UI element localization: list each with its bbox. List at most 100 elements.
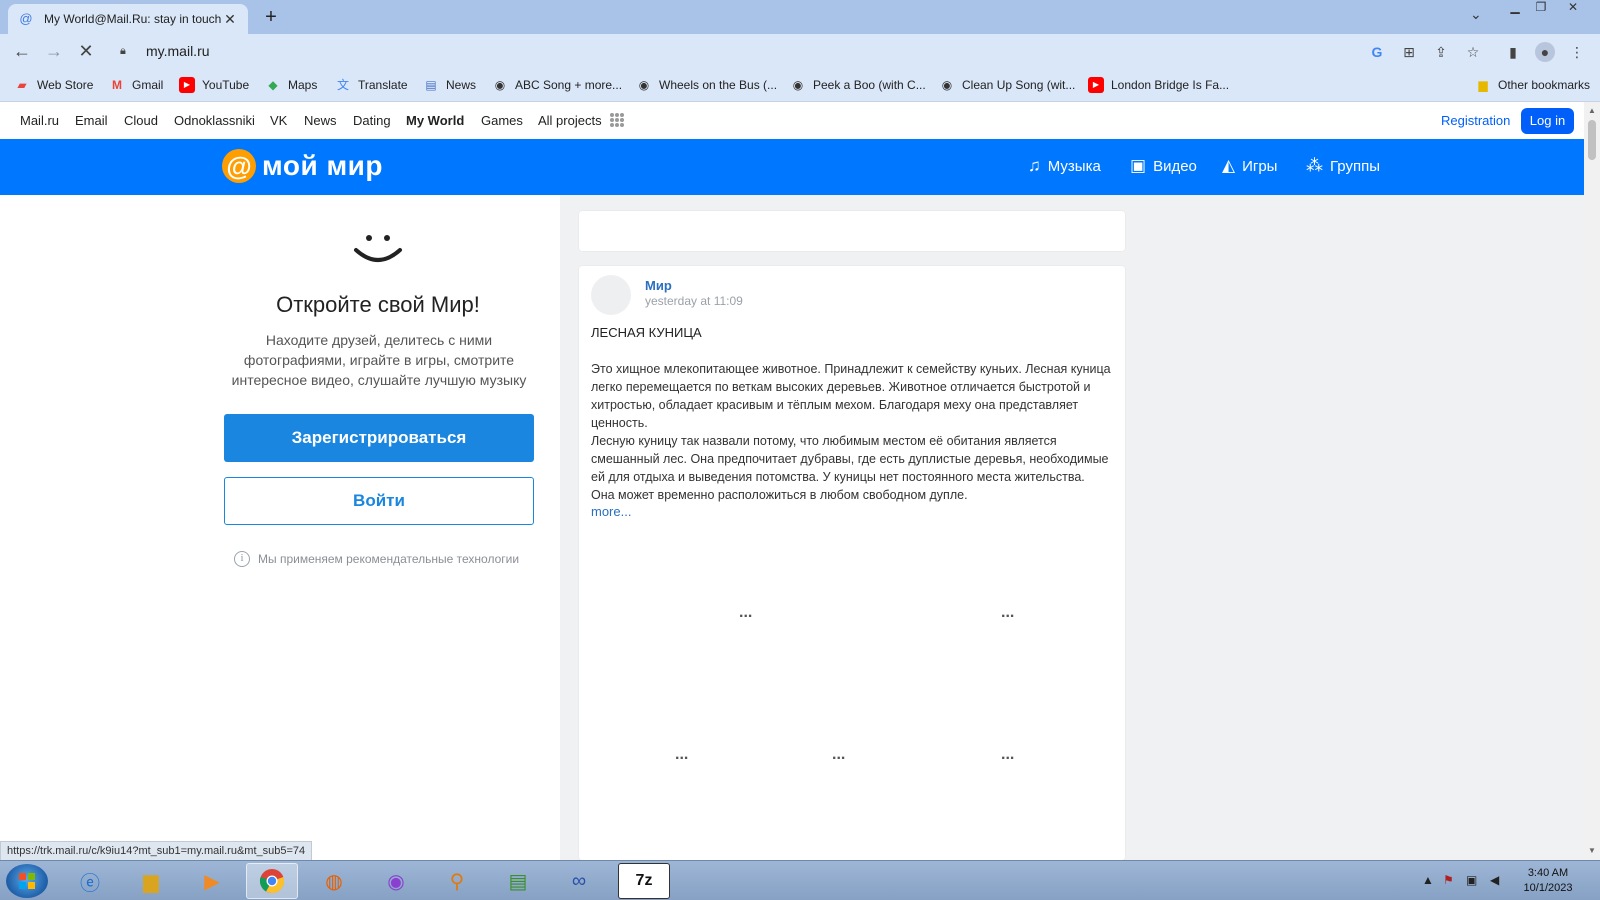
portal-link-my-world[interactable]: My World <box>406 113 464 128</box>
tab-title: My World@Mail.Ru: stay in touch <box>44 12 222 26</box>
my-world-logo[interactable]: @ мой мир <box>222 149 383 183</box>
share-icon[interactable]: ⇪ <box>1431 42 1451 62</box>
post-author[interactable]: Мир <box>645 278 672 293</box>
infinity-app-icon[interactable]: ∞ <box>553 863 605 899</box>
tab-search-chevron-icon[interactable]: ⌄ <box>1470 6 1482 23</box>
loading-placeholder: ... <box>675 746 689 763</box>
windows-logo-icon <box>19 873 35 889</box>
google-lens-icon[interactable]: G <box>1367 42 1387 62</box>
youtube-icon: ▶ <box>179 77 195 93</box>
post-more-link[interactable]: more... <box>591 504 631 519</box>
bookmark-abc-song[interactable]: ◉ ABC Song + more... <box>492 76 622 94</box>
side-panel-icon[interactable]: ▮ <box>1503 42 1523 62</box>
portal-link-all-projects[interactable]: All projects <box>538 113 602 128</box>
other-bookmarks[interactable]: ▆ Other bookmarks <box>1475 76 1590 94</box>
logo-at-icon: @ <box>222 149 256 183</box>
stop-loading-icon[interactable]: ✕ <box>75 40 97 62</box>
scroll-up-icon[interactable]: ▲ <box>1588 106 1596 115</box>
spreadsheet-app-icon[interactable]: ▤ <box>492 863 544 899</box>
back-arrow-icon[interactable]: ← <box>11 40 33 62</box>
nav-groups[interactable]: ⁂ Группы <box>1306 156 1380 176</box>
bookmark-wheels-on-the-bus[interactable]: ◉ Wheels on the Bus (... <box>636 76 777 94</box>
post-timestamp[interactable]: yesterday at 11:09 <box>645 294 743 308</box>
promo-description: Находите друзей, делитесь с ними фотогра… <box>231 332 527 388</box>
nav-games[interactable]: ◭ Игры <box>1222 156 1277 176</box>
info-icon: i <box>234 551 250 567</box>
post-body: Это хищное млекопитающее животное. Прина… <box>591 360 1111 504</box>
new-tab-button[interactable]: + <box>260 6 282 28</box>
close-window-button[interactable]: ✕ <box>1560 0 1586 18</box>
register-button[interactable]: Зарегистрироваться <box>224 414 534 462</box>
log-in-button[interactable]: Log in <box>1521 108 1574 134</box>
portal-link-cloud[interactable]: Cloud <box>124 113 158 128</box>
logo-text: мой мир <box>262 150 383 181</box>
bookmark-youtube[interactable]: ▶ YouTube <box>179 76 249 94</box>
scroll-down-icon[interactable]: ▼ <box>1588 846 1596 855</box>
bookmark-translate[interactable]: 文 Translate <box>335 76 408 94</box>
portal-link-games[interactable]: Games <box>481 113 523 128</box>
bookmark-gmail[interactable]: M Gmail <box>109 76 163 94</box>
login-button[interactable]: Войти <box>224 477 534 525</box>
bookmark-maps[interactable]: ◆ Maps <box>265 76 317 94</box>
nav-video[interactable]: ▣ Видео <box>1130 156 1197 176</box>
bookmark-london-bridge[interactable]: ▶ London Bridge Is Fa... <box>1088 76 1229 94</box>
browser-tab[interactable]: @ My World@Mail.Ru: stay in touch ✕ <box>8 4 248 34</box>
volume-icon[interactable]: ◀ <box>1490 873 1499 887</box>
close-tab-icon[interactable]: ✕ <box>222 11 238 28</box>
status-bar-url: https://trk.mail.ru/c/k9iu14?mt_sub1=my.… <box>0 841 313 861</box>
bookmark-web-store[interactable]: ▰ Web Store <box>14 76 93 94</box>
address-url[interactable]: my.mail.ru <box>146 43 210 59</box>
my-world-header: @ мой мир ♫ Музыка ▣ Видео ◭ Игры ⁂ Группы <box>0 139 1584 195</box>
start-button[interactable] <box>6 864 48 898</box>
promo-title: Откройте свой Мир! <box>276 292 480 317</box>
portal-link-mailru[interactable]: Mail.ru <box>20 113 59 128</box>
feed-empty-card <box>579 211 1125 251</box>
restore-button[interactable]: ❐ <box>1528 0 1554 18</box>
portal-link-news[interactable]: News <box>304 113 337 128</box>
clock-date: 10/1/2023 <box>1523 882 1573 894</box>
lock-icon[interactable]: 🔒︎ <box>120 45 136 58</box>
apps-grid-icon[interactable] <box>610 113 624 127</box>
bookmark-news[interactable]: ▤ News <box>423 76 476 94</box>
globe-icon: ◉ <box>638 78 650 92</box>
internet-explorer-icon[interactable]: ⓔ <box>64 863 116 899</box>
youtube-icon: ▶ <box>1088 77 1104 93</box>
firefox-icon[interactable]: ◍ <box>308 863 360 899</box>
tray-expand-icon[interactable]: ▲ <box>1422 873 1434 887</box>
seven-zip-icon[interactable]: 7z <box>618 863 670 899</box>
forward-arrow-icon[interactable]: → <box>43 40 65 62</box>
bookmark-clean-up-song[interactable]: ◉ Clean Up Song (wit... <box>939 76 1076 94</box>
scrollbar-thumb[interactable] <box>1588 120 1596 160</box>
gmail-icon: M <box>112 78 122 92</box>
address-bar[interactable]: 🔒︎ my.mail.ru <box>112 38 1490 64</box>
portal-link-dating[interactable]: Dating <box>353 113 391 128</box>
recommendation-note[interactable]: i Мы применяем рекомендательные технолог… <box>234 551 519 567</box>
action-center-icon[interactable]: ⚑ <box>1443 873 1454 887</box>
gamepad-icon: ◭ <box>1222 156 1236 175</box>
vertical-scrollbar[interactable]: ▲ ▼ <box>1584 102 1600 860</box>
menu-kebab-icon[interactable]: ⋮ <box>1567 42 1587 62</box>
profile-avatar-icon[interactable]: ● <box>1535 42 1555 62</box>
system-clock[interactable]: 3:40 AM 10/1/2023 <box>1518 866 1578 896</box>
portal-link-vk[interactable]: VK <box>270 113 287 128</box>
nav-music[interactable]: ♫ Музыка <box>1028 156 1101 176</box>
bookmark-peek-a-boo[interactable]: ◉ Peek a Boo (with C... <box>790 76 926 94</box>
chrome-icon[interactable] <box>246 863 298 899</box>
portal-link-email[interactable]: Email <box>75 113 108 128</box>
network-icon[interactable]: ▣ <box>1466 873 1477 887</box>
folder-icon: ▆ <box>1478 78 1488 92</box>
news-icon: ▤ <box>425 78 437 92</box>
bookmark-star-icon[interactable]: ☆ <box>1463 42 1483 62</box>
loading-placeholder: ... <box>832 746 846 763</box>
registration-link[interactable]: Registration <box>1441 113 1510 128</box>
media-player-icon[interactable]: ▶ <box>186 863 238 899</box>
file-explorer-icon[interactable]: ▆ <box>125 863 177 899</box>
author-avatar[interactable] <box>591 275 631 315</box>
browser-tab-strip: @ My World@Mail.Ru: stay in touch ✕ + ⌄ … <box>0 0 1600 34</box>
translate-page-icon[interactable]: ⊞ <box>1399 42 1419 62</box>
globe-icon: ◉ <box>494 78 506 92</box>
search-magnifier-app-icon[interactable]: ⚲ <box>431 863 483 899</box>
portal-link-odnoklassniki[interactable]: Odnoklassniki <box>174 113 255 128</box>
mask-app-icon[interactable]: ◉ <box>370 863 422 899</box>
minimize-button[interactable]: ▁ <box>1502 0 1528 18</box>
